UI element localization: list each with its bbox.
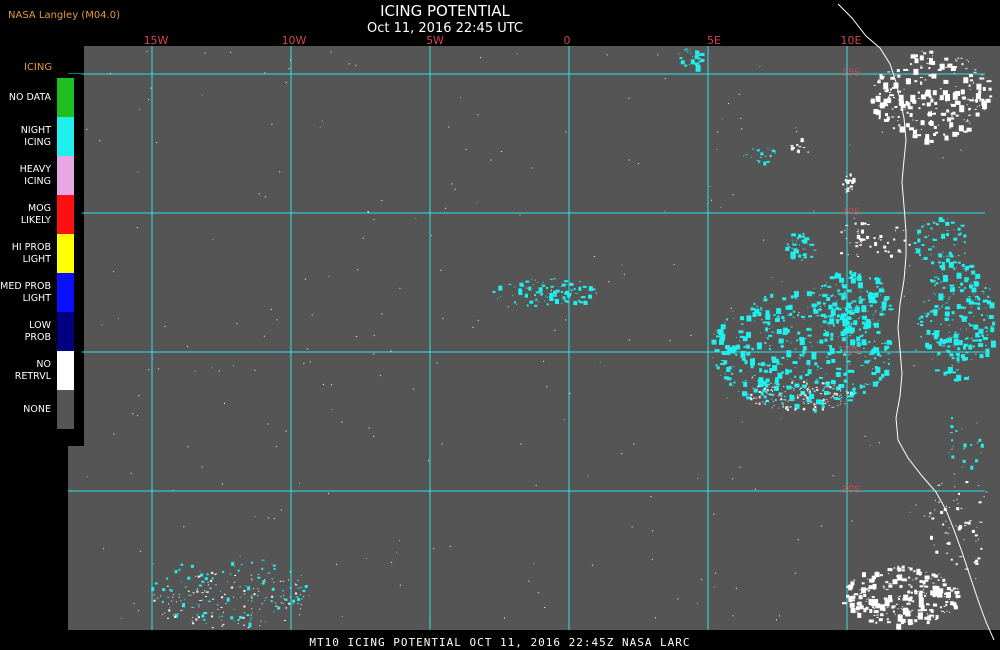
lat-label-20s: 20S [841, 206, 861, 218]
legend-swatch [57, 117, 74, 156]
legend-item: MOG LIKELY [0, 195, 82, 234]
legend-label: NONE [23, 403, 51, 415]
legend-swatch [57, 351, 74, 390]
legend-swatch [57, 78, 74, 117]
legend-item: HI PROB LIGHT [0, 234, 82, 273]
lon-label-15w: 15W [143, 34, 169, 47]
legend-swatch [57, 273, 74, 312]
legend-item: NO DATA [0, 78, 82, 117]
legend-swatch [57, 234, 74, 273]
legend-label: NO DATA [8, 91, 51, 103]
page-title: ICING POTENTIAL [380, 2, 510, 20]
lon-label-5e: 5E [707, 34, 721, 47]
legend-label: NIGHT ICING [20, 124, 51, 148]
legend-item: NO RETRVL [0, 351, 82, 390]
datetime-label: Oct 11, 2016 22:45 UTC [367, 21, 523, 36]
lon-label-10e: 10E [840, 34, 862, 47]
lon-label-5w: 5W [426, 34, 444, 47]
legend-label: LOW PROB [24, 319, 51, 343]
legend-item: LOW PROB [0, 312, 82, 351]
legend-item: HEAVY ICING [0, 156, 82, 195]
legend-swatch [57, 156, 74, 195]
lat-label-30s: 30S [841, 484, 861, 496]
legend: NO DATA NIGHT ICING HEAVY ICING MOG LIKELY HI P… [0, 74, 82, 446]
map-canvas [68, 3, 1000, 641]
legend-swatch [57, 195, 74, 234]
legend-label: MOG LIKELY [20, 202, 51, 226]
legend-label: HI PROB LIGHT [11, 241, 51, 265]
legend-label: HEAVY ICING [19, 163, 51, 187]
legend-swatch [57, 390, 74, 429]
footer-caption: MT10 ICING POTENTIAL OCT 11, 2016 22:45Z… [309, 636, 691, 649]
legend-item: NIGHT ICING [0, 117, 82, 156]
legend-title: ICING [24, 62, 53, 73]
legend-item: NONE [0, 390, 82, 429]
lat-label-15s: 15S [841, 67, 861, 79]
legend-item: MED PROB LIGHT [0, 273, 82, 312]
icing-map-view: NASA Langley (M04.0) ICING POTENTIAL Oct… [0, 0, 1000, 650]
lon-label-10w: 10W [281, 34, 307, 47]
lon-label-0: 0 [563, 34, 571, 47]
legend-label: NO RETRVL [14, 358, 51, 382]
lat-label-25s: 25S [841, 345, 861, 357]
legend-label: MED PROB LIGHT [0, 280, 51, 304]
legend-swatch [57, 312, 74, 351]
